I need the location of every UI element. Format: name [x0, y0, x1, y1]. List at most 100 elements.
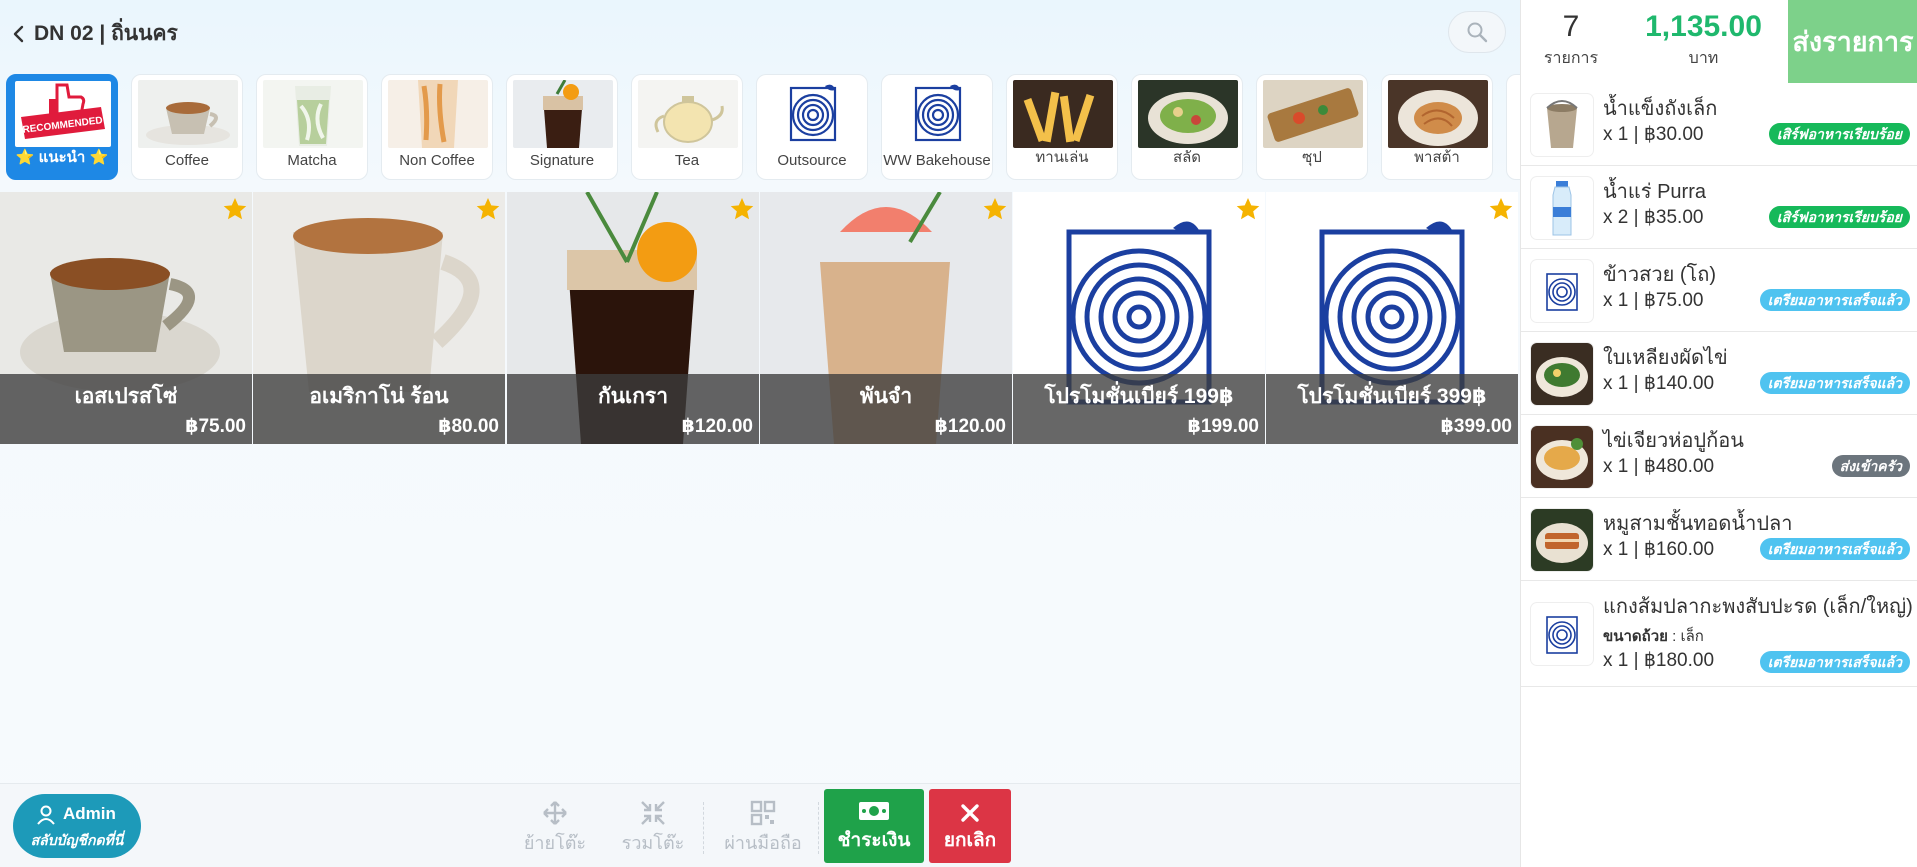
item-count-unit: รายการ — [1543, 50, 1599, 67]
product-card[interactable]: อเมริกาโน่ ร้อน ฿80.00 — [253, 192, 505, 444]
order-item-qty: x 1 | ฿180.00 — [1603, 650, 1715, 671]
category-recommended[interactable]: RECOMMENDED ⭐ แนะนำ ⭐ — [6, 74, 118, 180]
send-order-button[interactable]: ส่งรายการ — [1788, 0, 1917, 83]
stir-fried-greens-photo — [1531, 343, 1593, 405]
search-icon — [1467, 22, 1488, 43]
product-card[interactable]: กันเกรา ฿120.00 — [507, 192, 759, 444]
pay-button[interactable]: ชำระเงิน — [824, 789, 924, 863]
tree-ring-logo-icon — [1531, 260, 1593, 322]
merge-table-button[interactable]: รวมโต๊ะ — [608, 798, 698, 858]
merge-arrows-icon — [641, 801, 665, 825]
category-signature[interactable]: Signature — [506, 74, 618, 180]
category-coffee[interactable]: Coffee — [131, 74, 243, 180]
category-label: WW Bakehouse — [883, 152, 991, 169]
category-bar: RECOMMENDED ⭐ แนะนำ ⭐ Coffee Matcha Non … — [6, 74, 1520, 180]
product-info: อเมริกาโน่ ร้อน ฿80.00 — [253, 374, 505, 444]
signature-drink-photo — [513, 80, 613, 148]
order-item-option: ขนาดถ้วย : เล็ก — [1603, 624, 1704, 648]
category-appetizers[interactable]: ทานเล่น — [1006, 74, 1118, 180]
move-arrows-icon — [543, 801, 567, 825]
product-name: โปรโมชั่นเบียร์ 199฿ — [1044, 385, 1234, 408]
search-button[interactable] — [1448, 11, 1506, 53]
product-price: ฿120.00 — [681, 416, 753, 437]
product-info: โปรโมชั่นเบียร์ 199฿ ฿199.00 — [1013, 374, 1265, 444]
via-phone-label: ผ่านมือถือ — [724, 833, 802, 853]
category-tea[interactable]: Tea — [631, 74, 743, 180]
product-info: พันจำ ฿120.00 — [760, 374, 1012, 444]
product-price: ฿399.00 — [1440, 416, 1512, 437]
bottom-action-bar: Admin สลับบัญชีกดที่นี่ ย้ายโต๊ะ รวมโต๊ะ… — [0, 783, 1520, 867]
order-item[interactable]: ไข่เจียวห่อปูก้อน x 1 | ฿480.00 ส่งเข้าค… — [1521, 415, 1917, 498]
fried-pork-belly-photo — [1531, 509, 1593, 571]
order-item-name: หมูสามชั้นทอดน้ำปลา — [1603, 513, 1793, 535]
merge-table-label: รวมโต๊ะ — [621, 833, 685, 853]
item-count: 7 รายการ — [1521, 10, 1621, 71]
divider — [818, 802, 819, 854]
option-value: : เล็ก — [1667, 628, 1704, 645]
product-price: ฿75.00 — [185, 416, 246, 437]
pay-label: ชำระเงิน — [837, 830, 911, 851]
order-item[interactable]: ข้าวสวย (โถ) x 1 | ฿75.00 เตรียมอาหารเสร… — [1521, 249, 1917, 332]
order-item-name: แกงส้มปลากะพงสับปะรด (เล็ก/ใหญ่) — [1603, 596, 1913, 618]
order-item-qty: x 1 | ฿140.00 — [1603, 373, 1715, 394]
move-table-button[interactable]: ย้ายโต๊ะ — [510, 798, 600, 858]
product-name: อเมริกาโน่ ร้อน — [309, 385, 449, 408]
product-card[interactable]: เอสเปรสโซ่ ฿75.00 — [0, 192, 252, 444]
order-item[interactable]: หมูสามชั้นทอดน้ำปลา x 1 | ฿160.00 เตรียม… — [1521, 498, 1917, 581]
tree-ring-logo-icon — [763, 80, 863, 148]
tree-ring-logo-icon — [888, 80, 988, 148]
teapot-photo — [638, 80, 738, 148]
ice-bucket-photo — [1531, 94, 1593, 156]
category-label: ซุป — [1302, 149, 1322, 166]
order-item-qty: x 1 | ฿75.00 — [1603, 290, 1704, 311]
star-icon — [1236, 197, 1260, 220]
product-name: พันจำ — [859, 385, 913, 408]
menu-area: DN 02 | ถิ่นนคร RECOMMENDED ⭐ แนะนำ ⭐ Co… — [0, 0, 1520, 867]
status-badge: เตรียมอาหารเสร็จแล้ว — [1759, 289, 1910, 311]
category-matcha[interactable]: Matcha — [256, 74, 368, 180]
star-icon — [1489, 197, 1513, 220]
category-label: ทานเล่น — [1035, 149, 1089, 166]
status-badge: เตรียมอาหารเสร็จแล้ว — [1759, 372, 1910, 394]
category-outsource[interactable]: Outsource — [756, 74, 868, 180]
product-card[interactable]: พันจำ ฿120.00 — [760, 192, 1012, 444]
table-title: DN 02 | ถิ่นนคร — [34, 22, 178, 45]
category-pasta[interactable]: พาสต้า — [1381, 74, 1493, 180]
category-salad[interactable]: สลัด — [1131, 74, 1243, 180]
order-total-unit: บาท — [1688, 50, 1719, 67]
order-item-name: ใบเหลียงผัดไข่ — [1603, 347, 1728, 369]
order-item[interactable]: ใบเหลียงผัดไข่ x 1 | ฿140.00 เตรียมอาหาร… — [1521, 332, 1917, 415]
back-button[interactable] — [6, 20, 32, 48]
tree-ring-logo-icon — [1531, 603, 1593, 665]
cash-icon — [859, 802, 889, 820]
product-info: โปรโมชั่นเบียร์ 399฿ ฿399.00 — [1266, 374, 1518, 444]
cancel-button[interactable]: ยกเลิก — [929, 789, 1011, 863]
category-more[interactable] — [1506, 74, 1520, 180]
order-item-name: น้ำแร่ Purra — [1603, 181, 1706, 203]
switch-account-button[interactable]: Admin สลับบัญชีกดที่นี่ — [13, 794, 141, 858]
qr-code-icon — [750, 800, 776, 826]
order-item[interactable]: แกงส้มปลากะพงสับปะรด (เล็ก/ใหญ่) ขนาดถ้ว… — [1521, 581, 1917, 687]
status-badge: เตรียมอาหารเสร็จแล้ว — [1759, 651, 1910, 673]
order-item-name: น้ำแข็งถังเล็ก — [1603, 98, 1718, 120]
category-non-coffee[interactable]: Non Coffee — [381, 74, 493, 180]
status-badge: ส่งเข้าครัว — [1831, 455, 1910, 477]
matcha-drink-photo — [263, 80, 363, 148]
product-card[interactable]: โปรโมชั่นเบียร์ 399฿ ฿399.00 — [1266, 192, 1518, 444]
order-item[interactable]: น้ำแข็งถังเล็ก x 1 | ฿30.00 เสิร์ฟอาหารเ… — [1521, 83, 1917, 166]
product-card[interactable]: โปรโมชั่นเบียร์ 199฿ ฿199.00 — [1013, 192, 1265, 444]
recommended-thumbs-up-icon: RECOMMENDED — [15, 81, 111, 147]
category-soup[interactable]: ซุป — [1256, 74, 1368, 180]
category-label: Matcha — [287, 152, 337, 169]
category-label: พาสต้า — [1414, 149, 1460, 166]
order-item[interactable]: น้ำแร่ Purra x 2 | ฿35.00 เสิร์ฟอาหารเรี… — [1521, 166, 1917, 249]
crab-omelette-photo — [1531, 426, 1593, 488]
category-label: ⭐ แนะนำ ⭐ — [15, 149, 109, 166]
cancel-label: ยกเลิก — [943, 830, 997, 851]
via-phone-button[interactable]: ผ่านมือถือ — [718, 798, 808, 858]
order-total: 1,135.00 บาท — [1621, 10, 1786, 71]
order-item-qty: x 1 | ฿30.00 — [1603, 124, 1704, 145]
status-badge: เสิร์ฟอาหารเรียบร้อย — [1768, 206, 1910, 228]
product-name: โปรโมชั่นเบียร์ 399฿ — [1297, 385, 1487, 408]
category-ww-bakehouse[interactable]: WW Bakehouse — [881, 74, 993, 180]
